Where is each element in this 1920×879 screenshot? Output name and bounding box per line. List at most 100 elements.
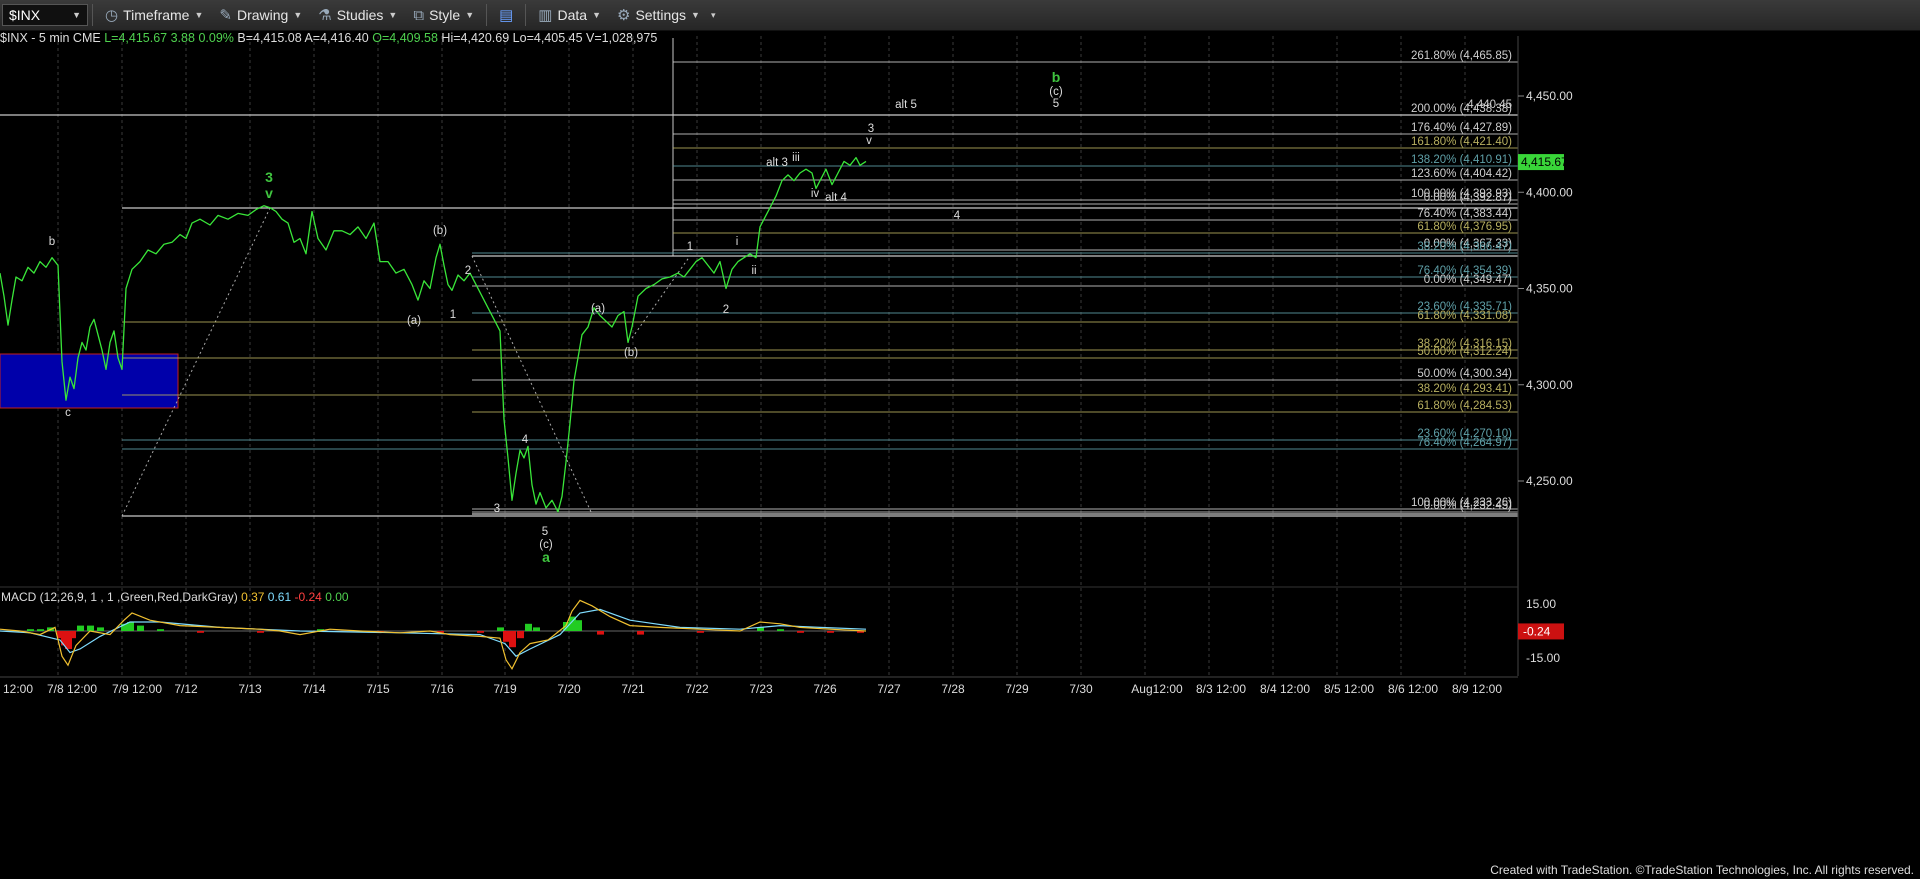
- symbol-input[interactable]: $INX ▼: [2, 4, 88, 26]
- studies-label: Studies: [336, 7, 384, 23]
- time-tick-label: 7/14: [302, 682, 326, 696]
- ask-price: A=4,416.40: [304, 31, 369, 45]
- time-tick-label: 7/28: [941, 682, 965, 696]
- fibonacci-level-label: 50.00% (4,312.24): [1417, 346, 1512, 358]
- toolbar: $INX ▼ ◷ Timeframe ▼ ✎ Drawing ▼ ⚗ Studi…: [0, 0, 1920, 31]
- layout-button[interactable]: ▤: [491, 0, 521, 30]
- wave-label: alt 3: [766, 157, 788, 169]
- time-tick-label: 7/22: [685, 682, 709, 696]
- data-label: Data: [557, 7, 588, 23]
- chevron-down-icon: ▼: [592, 10, 601, 20]
- time-tick-label: 8/9 12:00: [1452, 682, 1502, 696]
- wave-label: alt 4: [825, 192, 847, 204]
- flask-icon: ⚗: [318, 7, 332, 24]
- wave-label: i: [736, 236, 739, 248]
- macd-last-label: -0.24: [1523, 624, 1551, 638]
- wave-label: b: [1052, 69, 1061, 85]
- macd-histogram-bar: [827, 631, 834, 633]
- wave-label: 3: [868, 123, 874, 135]
- macd-histogram-bar: [37, 629, 44, 631]
- settings-button[interactable]: ⚙ Settings ▼ ▾: [609, 0, 724, 30]
- fibonacci-level-label: 138.20% (4,410.91): [1411, 154, 1512, 166]
- fibonacci-level-label: 38.20% (4,366.47): [1417, 241, 1512, 253]
- wave-label: (b): [624, 347, 638, 359]
- macd-histogram-bar: [77, 625, 84, 631]
- wave-label: b: [49, 236, 55, 248]
- macd-histogram-bar: [509, 631, 516, 648]
- style-label: Style: [429, 7, 461, 23]
- macd-histogram-bar: [87, 625, 94, 631]
- quote-info-bar: $INX - 5 min CME L=4,415.67 3.88 0.09% B…: [0, 31, 657, 47]
- price-tick-label: 4,450.00: [1526, 89, 1573, 103]
- macd-header-part: 0.61: [264, 590, 291, 604]
- net-change: 3.88: [170, 31, 195, 45]
- macd-histogram-bar: [97, 627, 104, 631]
- target-zone-box: [0, 353, 179, 409]
- wave-label: 3: [494, 503, 500, 515]
- timeframe-button[interactable]: ◷ Timeframe ▼: [97, 0, 211, 30]
- macd-histogram-bar: [503, 631, 510, 642]
- macd-header-part: MACD (12,26,9, 1 , 1 ,Green,Red,DarkGray…: [1, 590, 238, 604]
- studies-button[interactable]: ⚗ Studies ▼: [310, 0, 405, 30]
- fibonacci-level-label: 176.40% (4,427.89): [1411, 122, 1512, 134]
- low-price: Lo=4,405.45: [512, 31, 583, 45]
- fibonacci-level-label: 61.80% (4,376.95): [1417, 221, 1512, 233]
- macd-histogram-bar: [777, 629, 784, 631]
- macd-header-part: -0.24: [291, 590, 322, 604]
- time-tick-label: 7/8 12:00: [47, 682, 97, 696]
- wave-label: 1: [450, 309, 456, 321]
- chart-symbol-info: $INX - 5 min CME: [0, 31, 101, 45]
- symbol-dropdown-icon[interactable]: ▼: [72, 10, 81, 20]
- wave-label: v: [866, 135, 872, 147]
- wave-label: ii: [751, 265, 756, 277]
- price-tick-label: 4,400.00: [1526, 185, 1573, 199]
- fibonacci-level-label: 261.80% (4,465.85): [1411, 50, 1512, 62]
- volume: V=1,028,975: [586, 31, 658, 45]
- fibonacci-level-label: 0.00% (4,392.87): [1424, 192, 1512, 204]
- fibonacci-level-label: 161.80% (4,421.40): [1411, 136, 1512, 148]
- fibonacci-level-label: 123.60% (4,404.42): [1411, 168, 1512, 180]
- wave-label: (b): [433, 225, 447, 237]
- time-tick-label: 8/3 12:00: [1196, 682, 1246, 696]
- time-tick-label: 7/13: [238, 682, 262, 696]
- symbol-text: $INX: [9, 7, 41, 23]
- time-tick-label: 7/23: [749, 682, 773, 696]
- data-button[interactable]: ▥ Data ▼: [530, 0, 609, 30]
- clock-icon: ◷: [105, 7, 119, 24]
- macd-histogram-bar: [257, 631, 264, 633]
- gear-icon: ⚙: [616, 7, 631, 24]
- price-chart[interactable]: bc3v(b)(a) 12435(c)a(a)(b)12iiialt 3 iiiiv…: [0, 0, 1920, 879]
- macd-histogram-bar: [137, 625, 144, 631]
- last-price-label: 4,415.67: [1521, 155, 1568, 169]
- wave-label: 4: [954, 210, 961, 222]
- chevron-down-icon: ▾: [710, 9, 716, 20]
- time-tick-label: 7/29: [1005, 682, 1029, 696]
- time-tick-label: 7/19: [493, 682, 517, 696]
- time-tick-label: 7/20: [557, 682, 581, 696]
- pct-change: 0.09%: [198, 31, 234, 45]
- macd-header: MACD (12,26,9, 1 , 1 ,Green,Red,DarkGray…: [1, 590, 349, 604]
- price-tick-label: 4,250.00: [1526, 474, 1573, 488]
- wave-label: (a): [407, 315, 421, 327]
- fibonacci-level-label: 76.40% (4,264.97): [1417, 437, 1512, 449]
- macd-histogram-bar: [497, 627, 504, 631]
- fibonacci-level-label: 61.80% (4,284.53): [1417, 400, 1512, 412]
- macd-histogram-bar: [797, 631, 804, 633]
- macd-histogram-bar: [597, 631, 604, 635]
- wave-label: 2: [465, 265, 471, 277]
- wave-label: 5: [542, 526, 548, 538]
- style-button[interactable]: ⧉ Style ▼: [405, 0, 482, 30]
- fibonacci-level-label: 0.00% (4,232.45): [1424, 500, 1512, 512]
- fibonacci-level-label: 38.20% (4,293.41): [1417, 383, 1512, 395]
- drawing-button[interactable]: ✎ Drawing ▼: [211, 0, 310, 30]
- macd-histogram-bar: [533, 627, 540, 631]
- macd-histogram-bar: [157, 629, 164, 631]
- time-tick-label: 7/9 12:00: [112, 682, 162, 696]
- wave-label: iv: [811, 188, 820, 200]
- macd-histogram-bar: [637, 631, 644, 635]
- time-tick-label: 7/30: [1069, 682, 1093, 696]
- time-tick-label: 8/5 12:00: [1324, 682, 1374, 696]
- bid-price: B=4,415.08: [237, 31, 302, 45]
- macd-histogram-bar: [69, 631, 76, 639]
- macd-axis-label: -15.00: [1526, 651, 1560, 665]
